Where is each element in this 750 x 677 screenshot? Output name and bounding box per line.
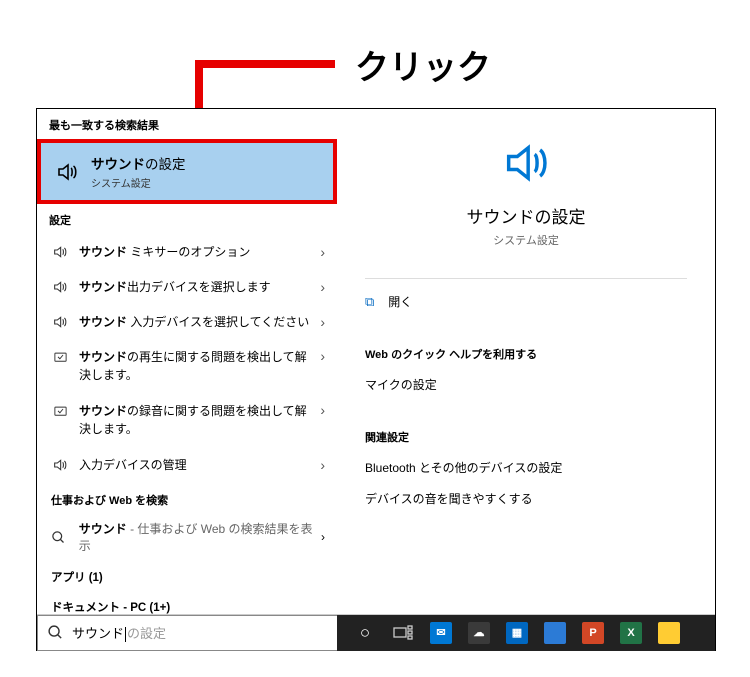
preview-title: サウンドの設定 [365, 203, 687, 228]
chevron-right-icon: › [320, 314, 325, 330]
settings-row-0[interactable]: サウンド ミキサーのオプション › [37, 234, 337, 269]
speaker-icon [51, 457, 69, 473]
body-area: 最も一致する検索結果 サウンドの設定 システム設定 設定 サウンド ミキサーのオ… [37, 109, 715, 614]
troubleshoot-icon [51, 350, 69, 365]
left-pane: 最も一致する検索結果 サウンドの設定 システム設定 設定 サウンド ミキサーのオ… [37, 109, 337, 614]
documents-group[interactable]: ドキュメント - PC (1+) [37, 592, 337, 614]
related-link-0[interactable]: Bluetooth とその他のデバイスの設定 [365, 459, 687, 476]
task-view-icon[interactable] [389, 619, 417, 647]
web-search-header: 仕事および Web を検索 [37, 482, 337, 512]
row-text: サウンド出力デバイスを選択します [79, 278, 314, 295]
best-match-title: サウンドの設定 [91, 153, 186, 173]
taskbar-app-explorer[interactable] [655, 619, 683, 647]
row-text: サウンド ミキサーのオプション [79, 243, 314, 260]
right-pane: サウンドの設定 システム設定 ⧉ 開く Web のクイック ヘルプを利用する マ… [337, 109, 715, 614]
best-match-subtitle: システム設定 [91, 175, 186, 190]
search-icon [51, 530, 69, 545]
chevron-right-icon: › [320, 244, 325, 260]
chevron-right-icon: › [321, 530, 325, 544]
taskbar-app-mail[interactable]: ✉ [427, 619, 455, 647]
taskbar-app-powerpoint[interactable]: P [579, 619, 607, 647]
taskbar-app-weather[interactable]: ☁ [465, 619, 493, 647]
speaker-icon [51, 314, 69, 330]
settings-row-1[interactable]: サウンド出力デバイスを選択します › [37, 269, 337, 304]
troubleshoot-icon [51, 404, 69, 419]
start-search-window: 最も一致する検索結果 サウンドの設定 システム設定 設定 サウンド ミキサーのオ… [36, 108, 716, 651]
chevron-right-icon: › [320, 279, 325, 295]
best-match-header: 最も一致する検索結果 [37, 109, 337, 139]
speaker-icon [51, 244, 69, 260]
settings-row-5[interactable]: 入力デバイスの管理 › [37, 447, 337, 482]
settings-row-4[interactable]: サウンドの録音に関する問題を検出して解決します。 › [37, 393, 337, 447]
taskbar-app-calendar[interactable]: ▦ [503, 619, 531, 647]
search-text: サウンドの設定 [72, 623, 166, 642]
open-icon: ⧉ [365, 294, 374, 310]
quick-help-header: Web のクイック ヘルプを利用する [365, 346, 687, 362]
quick-help-link[interactable]: マイクの設定 [365, 376, 687, 393]
web-search-item[interactable]: サウンド - 仕事および Web の検索結果を表示 › [37, 512, 337, 562]
bottom-bar: サウンドの設定 ○ ✉ ☁ ▦ PX [37, 614, 715, 650]
chevron-right-icon: › [320, 457, 325, 473]
search-input[interactable]: サウンドの設定 [37, 615, 337, 651]
row-text: サウンドの再生に関する問題を検出して解決します。 [79, 348, 314, 384]
speaker-large-icon [500, 137, 552, 189]
row-text: 入力デバイスの管理 [79, 456, 314, 473]
row-text: サウンドの録音に関する問題を検出して解決します。 [79, 402, 314, 438]
web-search-text: サウンド - 仕事および Web の検索結果を表示 [79, 520, 321, 554]
chevron-right-icon: › [320, 348, 325, 364]
related-header: 関連設定 [365, 429, 687, 445]
best-match-text: サウンドの設定 システム設定 [91, 153, 186, 190]
related-link-1[interactable]: デバイスの音を聞きやすくする [365, 490, 687, 507]
open-label: 開く [388, 293, 412, 310]
preview-subtitle: システム設定 [365, 232, 687, 248]
settings-row-3[interactable]: サウンドの再生に関する問題を検出して解決します。 › [37, 339, 337, 393]
apps-group[interactable]: アプリ (1) [37, 562, 337, 592]
chevron-right-icon: › [320, 402, 325, 418]
speaker-icon [51, 279, 69, 295]
taskbar: ○ ✉ ☁ ▦ PX [337, 615, 715, 651]
best-match-item[interactable]: サウンドの設定 システム設定 [37, 139, 337, 204]
speaker-icon [55, 160, 79, 184]
row-text: サウンド 入力デバイスを選択してください [79, 313, 314, 330]
cortana-icon[interactable]: ○ [351, 619, 379, 647]
settings-row-2[interactable]: サウンド 入力デバイスを選択してください › [37, 304, 337, 339]
open-action[interactable]: ⧉ 開く [365, 278, 687, 310]
settings-header: 設定 [37, 204, 337, 234]
annotation-label: クリック [355, 40, 491, 89]
taskbar-app-excel[interactable]: X [617, 619, 645, 647]
taskbar-app-edge[interactable] [541, 619, 569, 647]
search-icon [38, 624, 72, 641]
